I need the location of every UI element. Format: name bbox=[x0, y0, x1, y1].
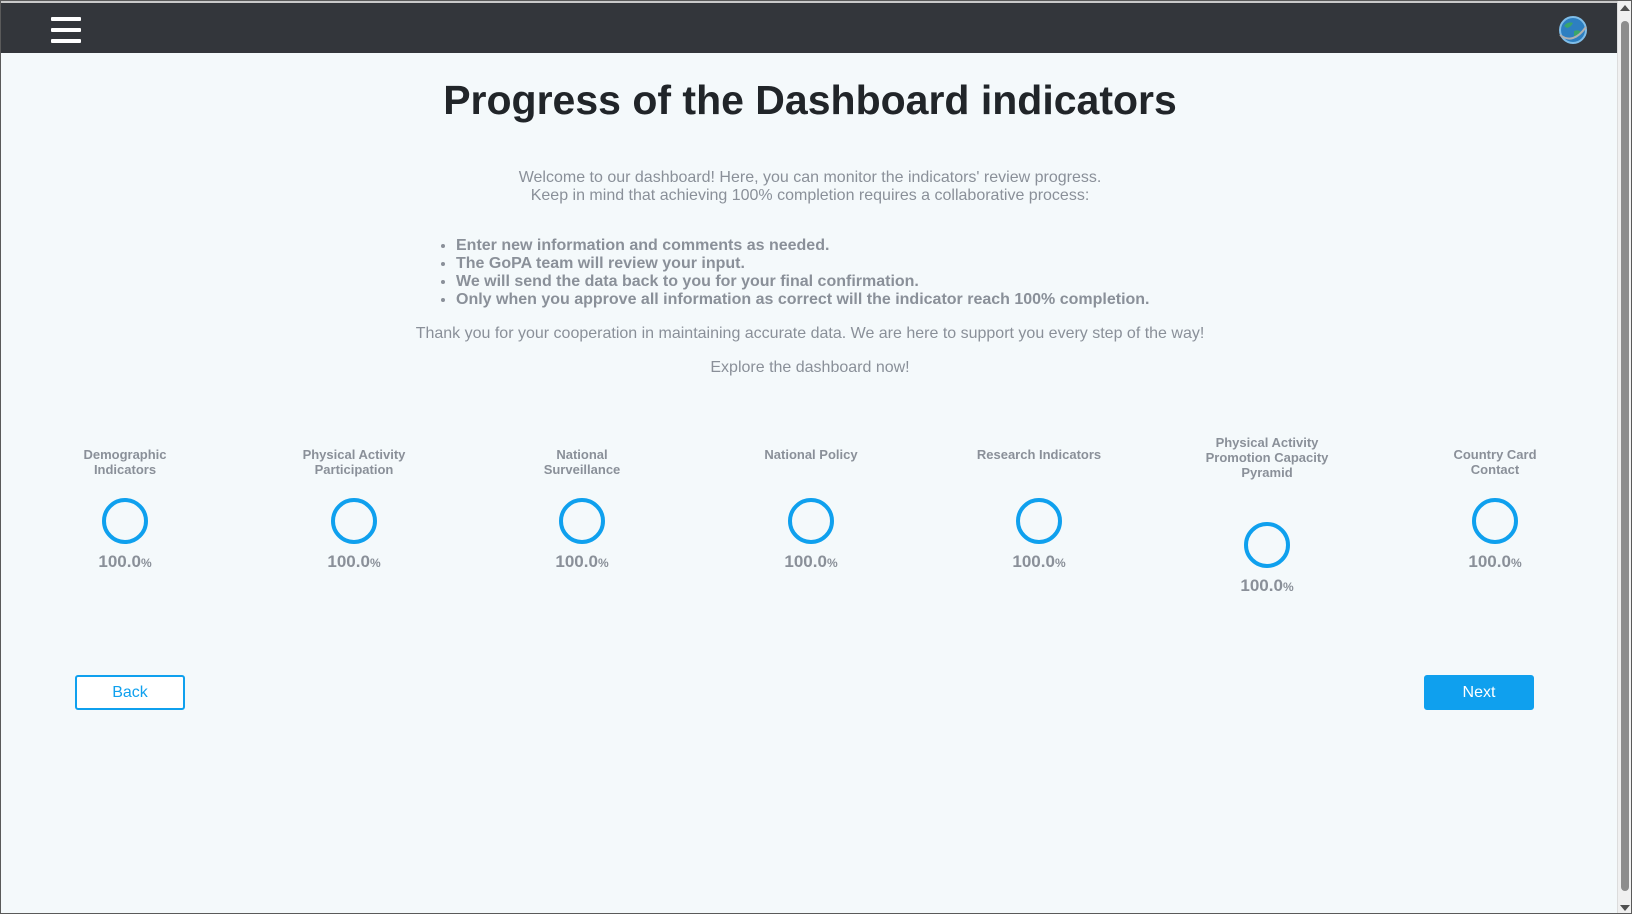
indicator-national-policy[interactable]: National Policy 100.0% bbox=[746, 447, 876, 572]
indicator-label: National Surveillance bbox=[543, 447, 621, 477]
progress-ring bbox=[102, 498, 148, 544]
thanks-text: Thank you for your cooperation in mainta… bbox=[415, 325, 1205, 342]
indicator-value: 100.0% bbox=[1012, 552, 1066, 571]
intro-text: Welcome to our dashboard! Here, you can … bbox=[1, 169, 1619, 205]
page-title: Progress of the Dashboard indicators bbox=[443, 77, 1177, 123]
indicator-country-card-contact[interactable]: Country Card Contact 100.0% bbox=[1430, 447, 1560, 572]
process-step: We will send the data back to you for yo… bbox=[456, 273, 1216, 291]
next-button[interactable]: Next bbox=[1424, 675, 1534, 710]
indicator-pa-promotion-capacity-pyramid[interactable]: Physical Activity Promotion Capacity Pyr… bbox=[1202, 435, 1332, 596]
progress-ring bbox=[788, 498, 834, 544]
process-steps-list: Enter new information and comments as ne… bbox=[456, 237, 1216, 309]
scrollbar-thumb[interactable] bbox=[1621, 21, 1629, 891]
indicator-value: 100.0% bbox=[555, 552, 609, 571]
top-navbar bbox=[1, 1, 1619, 53]
indicator-value: 100.0% bbox=[1468, 552, 1522, 571]
progress-ring bbox=[1472, 498, 1518, 544]
explore-text: Explore the dashboard now! bbox=[710, 359, 910, 376]
scroll-down-arrow-icon[interactable] bbox=[1620, 905, 1630, 911]
indicator-demographic[interactable]: Demographic Indicators 100.0% bbox=[60, 447, 190, 572]
indicator-label: Physical Activity Promotion Capacity Pyr… bbox=[1205, 435, 1329, 480]
vertical-scrollbar[interactable] bbox=[1617, 1, 1631, 913]
intro-line-2: Keep in mind that achieving 100% complet… bbox=[530, 187, 1090, 204]
back-button[interactable]: Back bbox=[75, 675, 185, 710]
indicator-physical-activity-participation[interactable]: Physical Activity Participation 100.0% bbox=[289, 447, 419, 572]
hamburger-menu-icon[interactable] bbox=[51, 17, 81, 43]
indicator-label: Physical Activity Participation bbox=[302, 447, 406, 477]
intro-line-1: Welcome to our dashboard! Here, you can … bbox=[518, 169, 1102, 186]
indicator-value: 100.0% bbox=[1240, 576, 1294, 595]
progress-ring bbox=[1244, 522, 1290, 568]
process-step: The GoPA team will review your input. bbox=[456, 255, 1216, 273]
indicator-label: Country Card Contact bbox=[1453, 447, 1537, 477]
process-step: Enter new information and comments as ne… bbox=[456, 237, 1216, 255]
app-window: Progress of the Dashboard indicators Wel… bbox=[0, 0, 1632, 914]
progress-ring bbox=[331, 498, 377, 544]
globe-logo-icon[interactable] bbox=[1558, 15, 1588, 45]
indicator-label: Research Indicators bbox=[976, 447, 1102, 462]
scroll-up-arrow-icon[interactable] bbox=[1620, 5, 1630, 11]
indicator-research[interactable]: Research Indicators 100.0% bbox=[974, 447, 1104, 572]
process-step: Only when you approve all information as… bbox=[456, 291, 1216, 309]
progress-ring bbox=[1016, 498, 1062, 544]
indicator-value: 100.0% bbox=[784, 552, 838, 571]
indicator-value: 100.0% bbox=[98, 552, 152, 571]
indicator-national-surveillance[interactable]: National Surveillance 100.0% bbox=[517, 447, 647, 572]
progress-ring bbox=[559, 498, 605, 544]
indicator-label: Demographic Indicators bbox=[83, 447, 167, 477]
indicator-label: National Policy bbox=[764, 447, 858, 462]
indicator-value: 100.0% bbox=[327, 552, 381, 571]
